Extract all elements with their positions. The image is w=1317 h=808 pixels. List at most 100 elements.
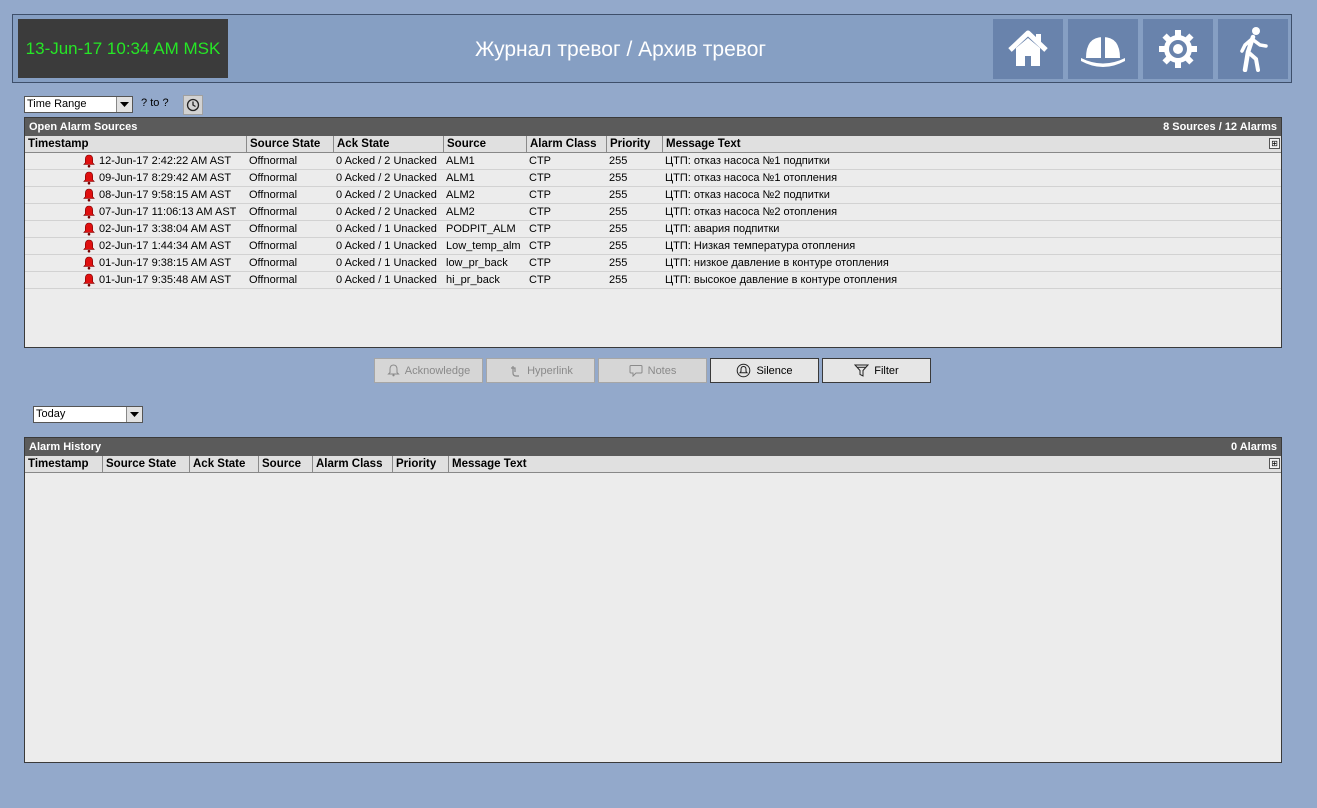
silence-button[interactable]: Silence xyxy=(710,358,819,383)
priority-cell: 255 xyxy=(609,172,628,184)
source-state-cell: Offnormal xyxy=(249,223,298,235)
history-range-select[interactable]: Today xyxy=(33,406,143,423)
time-picker-button[interactable] xyxy=(183,95,203,115)
table-row[interactable]: 02-Jun-17 1:44:34 AM AST Offnormal 0 Acked… xyxy=(25,238,1281,255)
ack-state-cell: 0 Acked / 2 Unacked xyxy=(336,189,437,201)
range-from: ? xyxy=(141,97,148,109)
message-cell: ЦТП: отказ насоса №1 отопления xyxy=(665,172,838,184)
table-row[interactable]: 09-Jun-17 8:29:42 AM AST Offnormal 0 Acked… xyxy=(25,170,1281,187)
chevron-down-icon xyxy=(116,97,132,112)
table-row[interactable]: 01-Jun-17 9:35:48 AM AST Offnormal 0 Acked… xyxy=(25,272,1281,289)
priority-cell: 255 xyxy=(609,257,628,269)
alarm-class-cell: CTP xyxy=(529,257,551,269)
filter-button[interactable]: Filter xyxy=(822,358,931,383)
alarm-table-body: 12-Jun-17 2:42:22 AM AST Offnormal 0 Acked… xyxy=(25,153,1281,289)
timestamp-cell: 09-Jun-17 8:29:42 AM AST xyxy=(99,172,232,184)
exit-icon xyxy=(1240,27,1268,72)
source-cell: ALM2 xyxy=(446,206,475,218)
alarm-class-cell: CTP xyxy=(529,274,551,286)
column-message-text[interactable]: Message Text xyxy=(449,456,1267,472)
table-row[interactable]: 08-Jun-17 9:58:15 AM AST Offnormal 0 Acked… xyxy=(25,187,1281,204)
priority-cell: 255 xyxy=(609,240,628,252)
source-cell: low_pr_back xyxy=(446,257,508,269)
source-cell: PODPIT_ALM xyxy=(446,223,516,235)
column-message-text[interactable]: Message Text xyxy=(663,136,1267,152)
time-range-select[interactable]: Time Range xyxy=(24,96,133,113)
timestamp-cell: 01-Jun-17 9:38:15 AM AST xyxy=(99,257,232,269)
acknowledge-label: Acknowledge xyxy=(404,364,471,377)
column-chooser-icon[interactable]: ⊞ xyxy=(1269,458,1280,469)
source-cell: Low_temp_alm xyxy=(446,240,521,252)
alarm-bell-icon xyxy=(83,239,95,253)
alarm-bell-icon xyxy=(83,188,95,202)
time-range-value: Time Range xyxy=(27,98,87,110)
history-range-value: Today xyxy=(36,408,66,420)
table-row[interactable]: 01-Jun-17 9:38:15 AM AST Offnormal 0 Acked… xyxy=(25,255,1281,272)
clock-icon xyxy=(186,98,200,112)
alarm-bell-icon xyxy=(83,171,95,185)
column-ack-state[interactable]: Ack State xyxy=(190,456,259,472)
message-cell: ЦТП: высокое давление в контуре отоплени… xyxy=(665,274,898,286)
alarm-class-cell: CTP xyxy=(529,189,551,201)
timestamp-cell: 02-Jun-17 3:38:04 AM AST xyxy=(99,223,232,235)
alarm-bell-icon xyxy=(83,273,95,287)
table-row[interactable]: 07-Jun-17 11:06:13 AM AST Offnormal 0 Acke… xyxy=(25,204,1281,221)
column-source[interactable]: Source xyxy=(259,456,313,472)
alarm-class-cell: CTP xyxy=(529,155,551,167)
timestamp-cell: 02-Jun-17 1:44:34 AM AST xyxy=(99,240,232,252)
operator-button[interactable] xyxy=(1068,19,1138,79)
source-state-cell: Offnormal xyxy=(249,155,298,167)
home-button[interactable] xyxy=(993,19,1063,79)
time-range-text: ? to ? xyxy=(141,97,169,109)
hyperlink-button[interactable]: Hyperlink xyxy=(486,358,595,383)
priority-cell: 255 xyxy=(609,223,628,235)
source-state-cell: Offnormal xyxy=(249,206,298,218)
column-alarm-class[interactable]: Alarm Class xyxy=(527,136,607,152)
alarm-history-header: Alarm History 0 Alarms xyxy=(25,438,1281,456)
column-alarm-class[interactable]: Alarm Class xyxy=(313,456,393,472)
ack-state-cell: 0 Acked / 2 Unacked xyxy=(336,172,437,184)
column-timestamp[interactable]: Timestamp xyxy=(25,456,103,472)
gear-icon xyxy=(1159,30,1197,68)
alarm-class-cell: CTP xyxy=(529,223,551,235)
source-state-cell: Offnormal xyxy=(249,189,298,201)
table-header: Timestamp Source State Ack State Source … xyxy=(25,456,1281,473)
range-to: ? xyxy=(162,97,169,109)
column-source[interactable]: Source xyxy=(444,136,527,152)
open-alarm-sources-header: Open Alarm Sources 8 Sources / 12 Alarms xyxy=(25,118,1281,136)
priority-cell: 255 xyxy=(609,155,628,167)
column-source-state[interactable]: Source State xyxy=(103,456,190,472)
notes-button[interactable]: Notes xyxy=(598,358,707,383)
filter-label: Filter xyxy=(874,364,899,377)
column-timestamp[interactable]: Timestamp xyxy=(25,136,247,152)
column-source-state[interactable]: Source State xyxy=(247,136,334,152)
table-row[interactable]: 02-Jun-17 3:38:04 AM AST Offnormal 0 Acked… xyxy=(25,221,1281,238)
exit-button[interactable] xyxy=(1218,19,1288,79)
priority-cell: 255 xyxy=(609,274,628,286)
ack-state-cell: 0 Acked / 2 Unacked xyxy=(336,155,437,167)
settings-button[interactable] xyxy=(1143,19,1213,79)
message-cell: ЦТП: Низкая температура отопления xyxy=(665,240,856,252)
ack-state-cell: 0 Acked / 1 Unacked xyxy=(336,223,437,235)
alarm-summary: 8 Sources / 12 Alarms xyxy=(1163,121,1277,133)
column-priority[interactable]: Priority xyxy=(393,456,449,472)
priority-cell: 255 xyxy=(609,189,628,201)
column-priority[interactable]: Priority xyxy=(607,136,663,152)
alarm-bell-icon xyxy=(83,205,95,219)
message-cell: ЦТП: отказ насоса №1 подпитки xyxy=(665,155,830,167)
column-ack-state[interactable]: Ack State xyxy=(334,136,444,152)
acknowledge-button[interactable]: Acknowledge xyxy=(374,358,483,383)
page-title: Журнал тревог / Архив тревог xyxy=(474,37,767,61)
column-chooser-icon[interactable]: ⊞ xyxy=(1269,138,1280,149)
chevron-down-icon xyxy=(126,407,142,422)
table-row[interactable]: 12-Jun-17 2:42:22 AM AST Offnormal 0 Acked… xyxy=(25,153,1281,170)
ack-state-cell: 0 Acked / 2 Unacked xyxy=(336,206,437,218)
header-bar: 13-Jun-17 10:34 AM MSK Журнал тревог / А… xyxy=(12,14,1292,83)
timestamp-cell: 01-Jun-17 9:35:48 AM AST xyxy=(99,274,232,286)
alarm-bell-icon xyxy=(83,222,95,236)
alarm-class-cell: CTP xyxy=(529,206,551,218)
message-cell: ЦТП: низкое давление в контуре отопления xyxy=(665,257,889,269)
source-cell: ALM2 xyxy=(446,189,475,201)
panel-title: Alarm History xyxy=(29,441,102,453)
alarm-bell-icon xyxy=(83,256,95,270)
